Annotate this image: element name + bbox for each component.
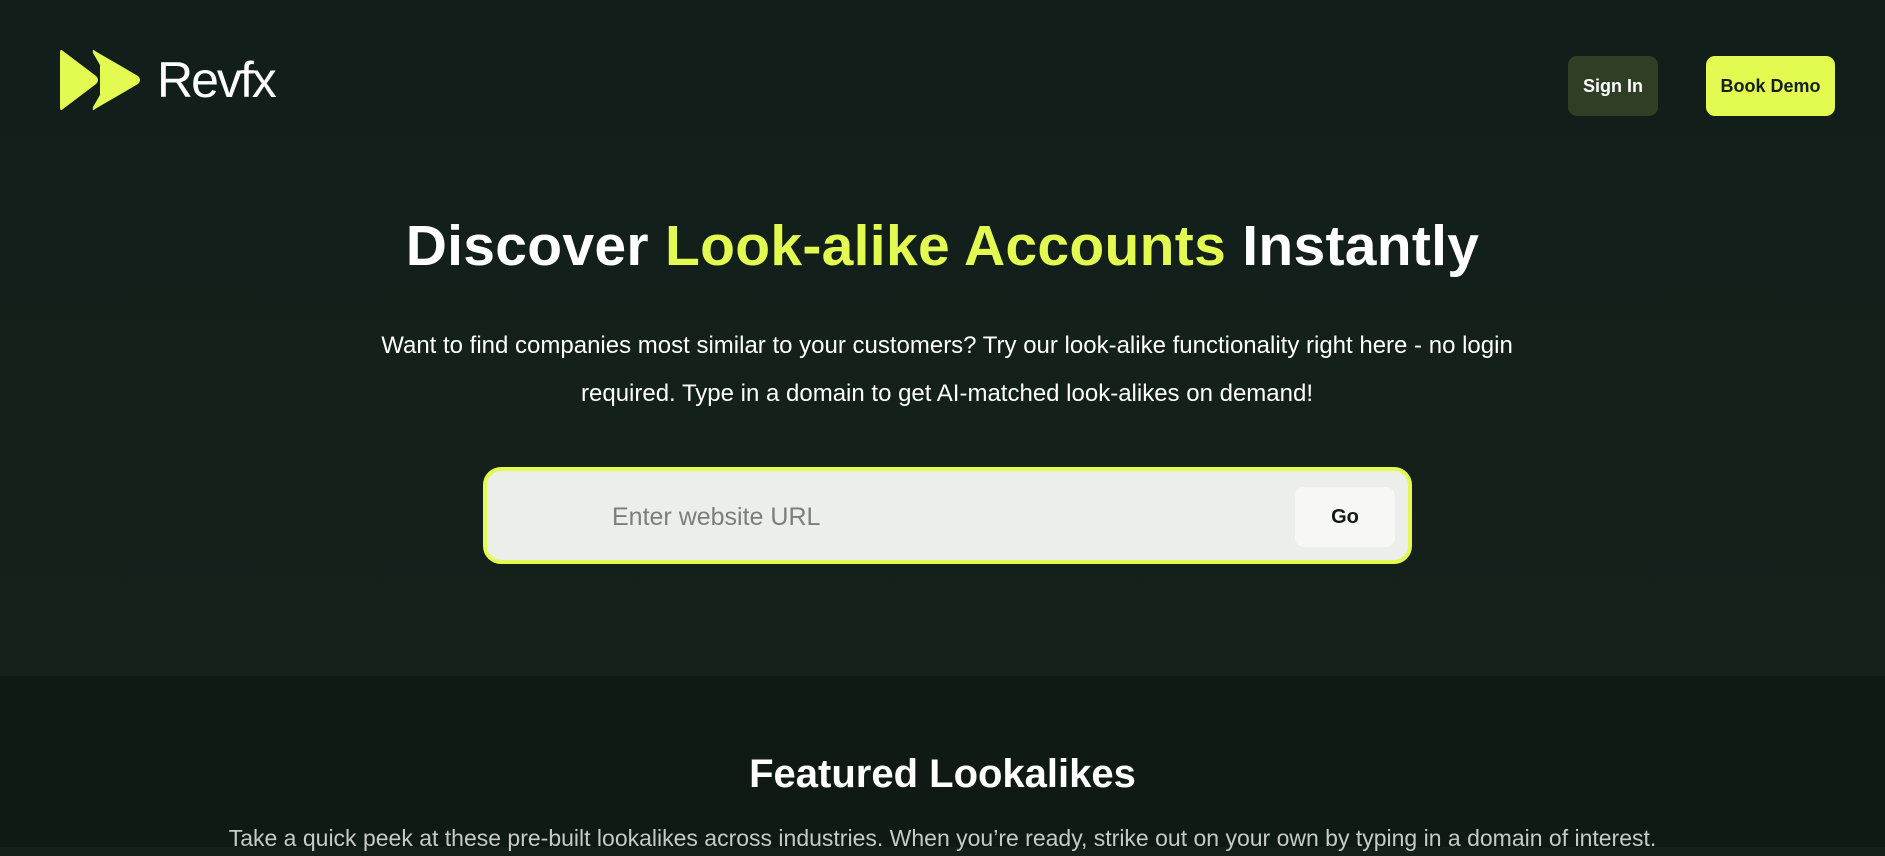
brand-logo[interactable]: Revfx	[60, 46, 277, 114]
hero-headline: Discover Look-alike Accounts Instantly	[0, 208, 1885, 284]
double-chevron-forward-icon	[60, 49, 140, 111]
brand-name: Revfx	[157, 52, 277, 108]
headline-accent-text: Look-alike Accounts	[665, 214, 1227, 278]
url-search-box: Go	[483, 467, 1412, 564]
site-header: Revfx Sign In Book Demo	[0, 0, 1885, 160]
featured-title: Featured Lookalikes	[749, 752, 1136, 796]
website-url-input[interactable]	[612, 491, 1252, 543]
hero-section: Revfx Sign In Book Demo Discover Look-al…	[0, 0, 1885, 676]
go-button[interactable]: Go	[1295, 487, 1395, 547]
headline-text-end: Instantly	[1226, 214, 1480, 278]
sign-in-button[interactable]: Sign In	[1568, 56, 1658, 116]
headline-text-start: Discover	[405, 214, 666, 278]
book-demo-button[interactable]: Book Demo	[1706, 56, 1835, 116]
hero-description: Want to find companies most similar to y…	[381, 332, 1513, 407]
featured-description: Take a quick peek at these pre-built loo…	[228, 825, 1657, 851]
featured-lookalikes-section: Featured Lookalikes Take a quick peek at…	[0, 676, 1885, 851]
